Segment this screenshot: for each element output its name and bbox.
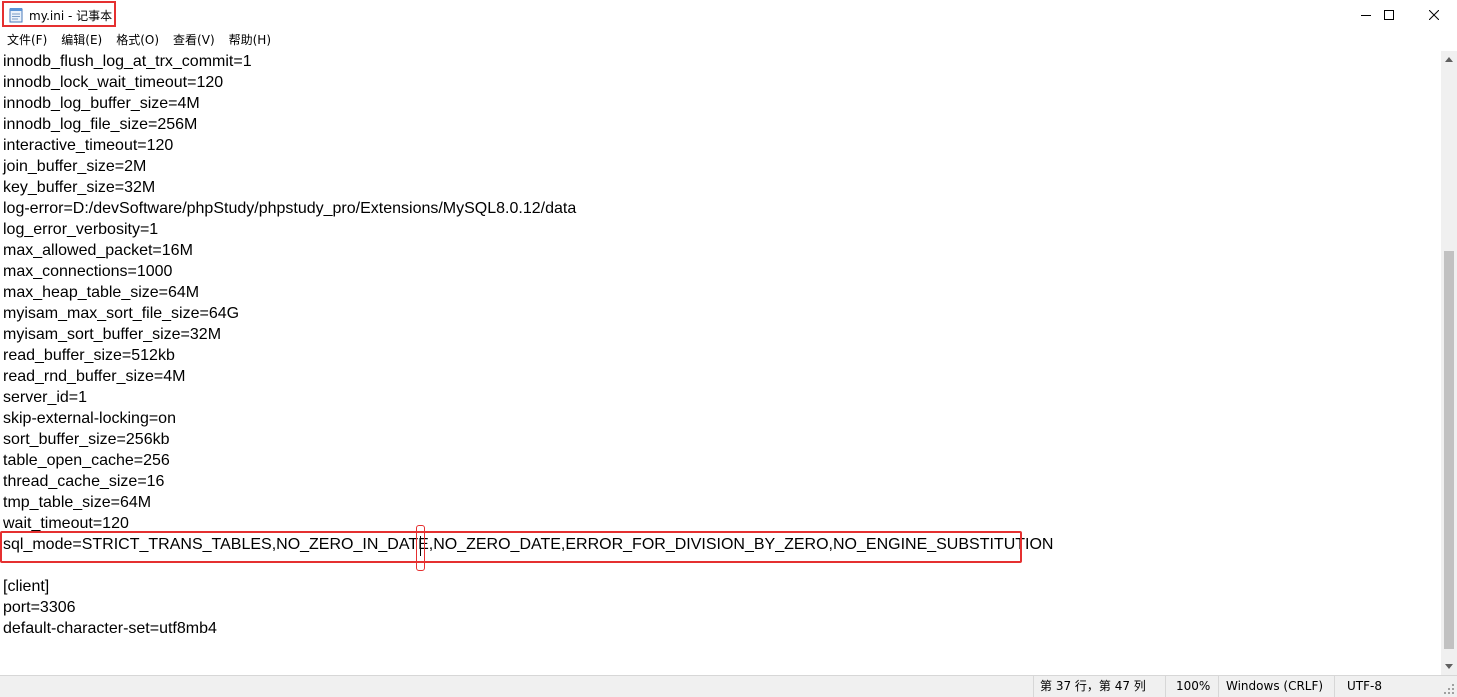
editor-line[interactable]: max_heap_table_size=64M (3, 282, 199, 303)
arrow-up-icon (1445, 57, 1453, 62)
scrollbar-thumb[interactable] (1444, 251, 1454, 649)
menu-bar: 文件(F) 编辑(E) 格式(O) 查看(V) 帮助(H) (0, 30, 1457, 50)
editor-line[interactable]: port=3306 (3, 597, 76, 618)
text-editor[interactable]: innodb_flush_log_at_trx_commit=1 innodb_… (0, 51, 1441, 675)
close-button[interactable] (1411, 0, 1457, 30)
editor-line[interactable]: sort_buffer_size=256kb (3, 429, 169, 450)
menu-help[interactable]: 帮助(H) (222, 30, 278, 50)
scroll-up-button[interactable] (1441, 51, 1457, 68)
status-line-ending: Windows (CRLF) (1218, 676, 1334, 697)
editor-line[interactable]: innodb_lock_wait_timeout=120 (3, 72, 223, 93)
sql-mode-annotation-box (0, 531, 1022, 563)
status-cursor-position: 第 37 行，第 47 列 (1033, 676, 1165, 697)
editor-line[interactable]: max_connections=1000 (3, 261, 172, 282)
editor-line[interactable]: log-error=D:/devSoftware/phpStudy/phpstu… (3, 198, 576, 219)
editor-line[interactable]: tmp_table_size=64M (3, 492, 151, 513)
maximize-button[interactable] (1366, 0, 1412, 30)
notepad-window: my.ini - 记事本 文件(F) 编辑(E) 格式(O) 查看(V) 帮助(… (0, 0, 1457, 697)
editor-line[interactable]: read_buffer_size=512kb (3, 345, 175, 366)
editor-line[interactable]: default-character-set=utf8mb4 (3, 618, 217, 639)
status-zoom: 100% (1165, 676, 1218, 697)
editor-line[interactable]: innodb_log_file_size=256M (3, 114, 197, 135)
text-caret (420, 536, 421, 556)
title-annotation-box (2, 1, 116, 27)
editor-line[interactable]: myisam_sort_buffer_size=32M (3, 324, 221, 345)
editor-line[interactable]: table_open_cache=256 (3, 450, 170, 471)
menu-edit[interactable]: 编辑(E) (54, 30, 109, 50)
editor-line[interactable]: [client] (3, 576, 49, 597)
editor-line[interactable]: innodb_flush_log_at_trx_commit=1 (3, 51, 252, 72)
menu-file[interactable]: 文件(F) (0, 30, 54, 50)
editor-line[interactable]: join_buffer_size=2M (3, 156, 146, 177)
resize-grip-icon[interactable] (1443, 683, 1455, 695)
editor-line[interactable]: myisam_max_sort_file_size=64G (3, 303, 239, 324)
editor-line[interactable]: innodb_log_buffer_size=4M (3, 93, 200, 114)
menu-view[interactable]: 查看(V) (166, 30, 222, 50)
arrow-down-icon (1445, 664, 1453, 669)
editor-line[interactable]: thread_cache_size=16 (3, 471, 164, 492)
close-icon (1429, 10, 1439, 20)
vertical-scrollbar[interactable] (1441, 51, 1457, 675)
scroll-down-button[interactable] (1441, 658, 1457, 675)
editor-line[interactable]: server_id=1 (3, 387, 87, 408)
status-bar: 第 37 行，第 47 列 100% Windows (CRLF) UTF-8 (0, 675, 1457, 697)
editor-line[interactable]: key_buffer_size=32M (3, 177, 155, 198)
status-encoding: UTF-8 (1334, 676, 1441, 697)
editor-line[interactable]: read_rnd_buffer_size=4M (3, 366, 186, 387)
editor-line[interactable]: log_error_verbosity=1 (3, 219, 158, 240)
title-bar[interactable]: my.ini - 记事本 (0, 0, 1457, 30)
maximize-icon (1384, 10, 1394, 20)
editor-line[interactable]: max_allowed_packet=16M (3, 240, 193, 261)
menu-format[interactable]: 格式(O) (109, 30, 166, 50)
editor-line[interactable]: skip-external-locking=on (3, 408, 176, 429)
editor-line[interactable]: interactive_timeout=120 (3, 135, 173, 156)
